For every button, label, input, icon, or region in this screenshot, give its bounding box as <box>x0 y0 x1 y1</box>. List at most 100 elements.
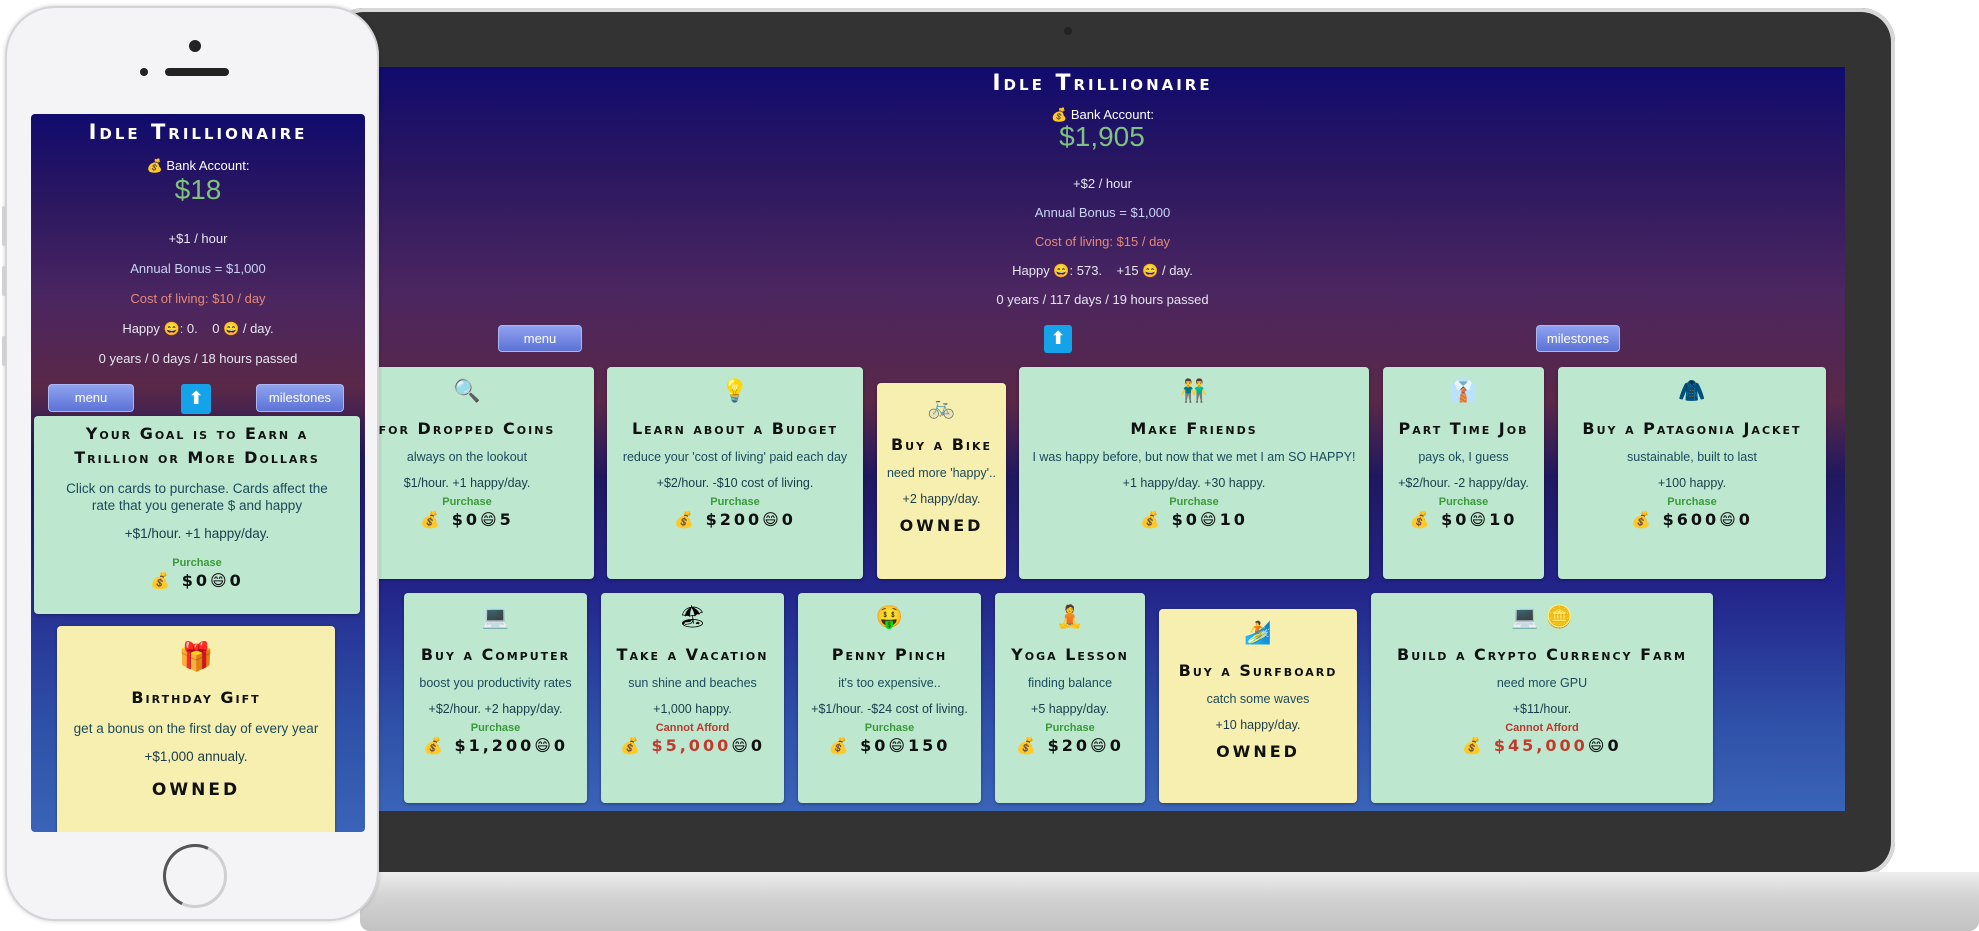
card-description: finding balance <box>1027 676 1113 690</box>
menu-button[interactable]: menu <box>48 384 134 412</box>
magnifier-icon: 🔍 <box>453 379 481 404</box>
card-price: 💰 $20😄0 <box>1016 736 1124 755</box>
income-rate: +$1 / hour <box>168 231 228 246</box>
card-price-cost: 💰 $5,000 <box>619 736 732 755</box>
page-title: Idle Trillionaire <box>992 71 1213 96</box>
card-price-happy: 😄0 <box>731 736 766 755</box>
card-title: Buy a Patagonia Jacket <box>1582 419 1802 438</box>
milestones-button[interactable]: milestones <box>256 384 344 412</box>
phone-home-button[interactable] <box>163 844 227 908</box>
card-patagonia-jacket[interactable]: 🧥 Buy a Patagonia Jacket sustainable, bu… <box>1558 367 1826 579</box>
card-status: Purchase <box>864 722 915 734</box>
card-price: 💰 $200😄0 <box>674 510 796 529</box>
card-description: it's too expensive.. <box>838 676 941 690</box>
card-yoga-lesson[interactable]: 🧘 Yoga Lesson finding balance +5 happy/d… <box>995 593 1145 803</box>
page-title: Idle Trillionaire <box>88 120 308 144</box>
card-vacation[interactable]: 🏖 Take a Vacation sun shine and beaches … <box>601 593 784 803</box>
card-dropped-coins[interactable]: 🔍 for Dropped Coins always on the lookou… <box>360 367 594 579</box>
card-price: 💰 $5,000😄0 <box>601 736 784 755</box>
card-price-happy: 😄0 <box>1587 736 1622 755</box>
card-description: get a bonus on the first day of every ye… <box>73 721 319 736</box>
card-title: Learn about a Budget <box>631 419 839 438</box>
card-effect: +$11/hour. <box>1512 702 1572 716</box>
card-budget[interactable]: 💡 Learn about a Budget reduce your 'cost… <box>607 367 863 579</box>
phone-speaker <box>165 68 229 76</box>
card-price-cost: 💰 $45,000 <box>1462 736 1588 755</box>
card-make-friends[interactable]: 👬 Make Friends I was happy before, but n… <box>1019 367 1369 579</box>
annual-bonus: Annual Bonus = $1,000 <box>130 261 266 276</box>
card-description: Click on cards to purchase. Cards affect… <box>66 481 328 513</box>
card-title: Birthday Gift <box>131 688 261 707</box>
card-description: always on the lookout <box>406 450 528 464</box>
time-passed: 0 years / 117 days / 19 hours passed <box>996 292 1209 307</box>
card-part-time-job[interactable]: 👔 Part Time Job pays ok, I guess +$2/hou… <box>1383 367 1544 579</box>
card-goal[interactable]: Your Goal is to Earn a Trillion or More … <box>34 416 360 614</box>
phone-side-button <box>2 266 6 296</box>
card-title: Yoga Lesson <box>1011 645 1129 664</box>
happy-status: Happy 😄: 0. 0 😄 / day. <box>122 321 274 336</box>
card-description: reduce your 'cost of living' paid each d… <box>622 450 848 464</box>
owned-label: OWNED <box>1216 742 1300 761</box>
card-status: Purchase <box>172 557 222 569</box>
card-bike[interactable]: 🚲 Buy a Bike need more 'happy'.. +2 happ… <box>877 383 1006 579</box>
card-price: 💰 $0😄150 <box>828 736 951 755</box>
scroll-up-button[interactable]: ⬆ <box>181 384 211 414</box>
phone-side-button <box>2 336 6 366</box>
bank-account-value: $1,905 <box>1059 121 1145 152</box>
owned-label: OWNED <box>899 516 984 535</box>
card-computer[interactable]: 💻 Buy a Computer boost you productivity … <box>404 593 587 803</box>
laptop-base <box>360 872 1979 931</box>
meditation-icon: 🧘 <box>1056 605 1084 630</box>
card-effect: +$2/hour. -$10 cost of living. <box>656 476 814 490</box>
card-title: Buy a Bike <box>890 435 993 454</box>
annual-bonus: Annual Bonus = $1,000 <box>1034 205 1171 220</box>
card-status: Purchase <box>470 722 521 734</box>
card-title: for Dropped Coins <box>378 419 556 438</box>
card-crypto-farm[interactable]: 💻 🪙 Build a Crypto Currency Farm need mo… <box>1371 593 1713 803</box>
card-description: need more 'happy'.. <box>886 466 996 480</box>
card-price: 💰 $45,000😄0 <box>1371 736 1713 755</box>
card-effect: $1/hour. +1 happy/day. <box>403 476 531 490</box>
cost-of-living: Cost of living: $15 / day <box>1034 234 1171 249</box>
card-price: 💰 $1,200😄0 <box>422 736 569 755</box>
necktie-icon: 👔 <box>1449 379 1478 404</box>
cost-of-living: Cost of living: $10 / day <box>130 291 266 306</box>
card-effect: +1 happy/day. +30 happy. <box>1122 476 1266 490</box>
scroll-up-button[interactable]: ⬆ <box>1044 325 1072 353</box>
card-price: 💰 $0😄0 <box>150 571 244 590</box>
menu-button[interactable]: menu <box>498 325 582 352</box>
time-passed: 0 years / 0 days / 18 hours passed <box>98 351 298 366</box>
computer-icon: 💻 <box>481 605 510 630</box>
card-title: Make Friends <box>1130 419 1258 438</box>
card-status: Cannot Afford <box>1505 722 1579 734</box>
card-effect: +5 happy/day. <box>1031 702 1109 716</box>
owned-label: OWNED <box>151 780 241 800</box>
card-birthday-gift[interactable]: 🎁 Birthday Gift get a bonus on the first… <box>57 626 335 832</box>
card-status: Purchase <box>1667 496 1717 508</box>
card-status: Purchase <box>710 496 760 508</box>
phone-frame: Idle Trillionaire 💰 Bank Account: $18 +$… <box>2 6 379 921</box>
card-description: I was happy before, but now that we met … <box>1032 450 1356 464</box>
card-price: 💰 $0😄10 <box>1140 510 1248 529</box>
card-title: Buy a Computer <box>420 645 571 664</box>
card-description: pays ok, I guess <box>1418 450 1509 464</box>
card-title: Part Time Job <box>1398 419 1529 438</box>
card-effect: +2 happy/day. <box>902 492 981 506</box>
card-description: boost you productivity rates <box>419 676 572 690</box>
card-effect: +$1/hour. +1 happy/day. <box>124 526 270 541</box>
card-description: sustainable, built to last <box>1627 450 1757 464</box>
card-penny-pinch[interactable]: 🤑 Penny Pinch it's too expensive.. +$1/h… <box>798 593 981 803</box>
card-description: need more GPU <box>1496 676 1588 690</box>
card-surfboard[interactable]: 🏄 Buy a Surfboard catch some waves +10 h… <box>1159 609 1357 803</box>
phone-screen: Idle Trillionaire 💰 Bank Account: $18 +$… <box>31 114 365 832</box>
phone-sensor <box>140 68 148 76</box>
bicycle-icon: 🚲 <box>927 395 956 420</box>
card-effect: +$2/hour. -2 happy/day. <box>1398 476 1529 490</box>
bank-account-label: 💰 Bank Account: <box>146 158 250 173</box>
laptop-camera <box>1064 27 1072 35</box>
laptop-screen: Idle Trillionaire 💰 Bank Account: $1,905… <box>360 67 1845 811</box>
computer-coin-icon: 💻 🪙 <box>1511 605 1573 630</box>
card-title: Your Goal is to Earn a Trillion or More … <box>74 424 320 467</box>
card-price: 💰 $0😄5 <box>420 510 514 529</box>
milestones-button[interactable]: milestones <box>1536 325 1620 352</box>
